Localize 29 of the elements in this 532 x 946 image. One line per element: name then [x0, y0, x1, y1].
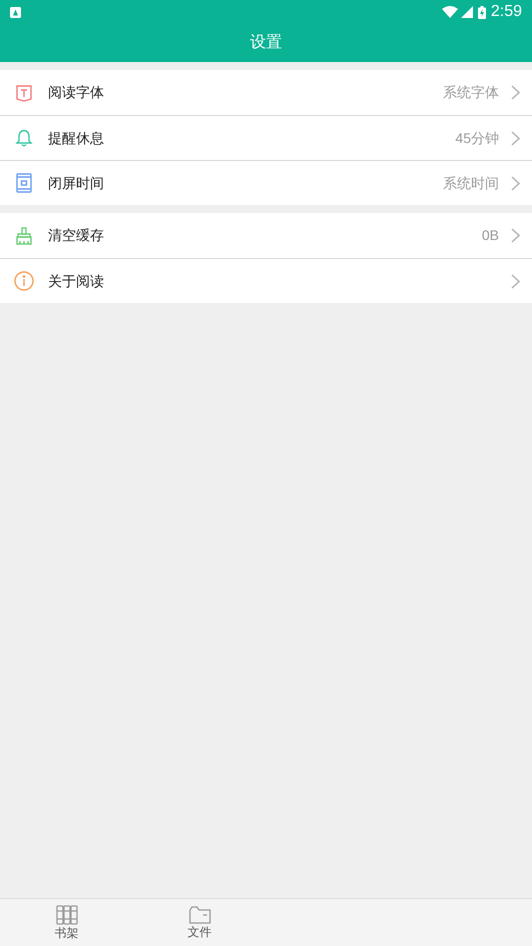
row-label: 提醒休息: [48, 128, 104, 148]
books-icon: [56, 905, 78, 925]
app-notification-icon: [10, 6, 21, 18]
chevron-right-icon: [511, 228, 520, 243]
row-value: 系统时间: [443, 174, 499, 192]
chevron-right-icon: [511, 176, 520, 190]
phone-icon: [16, 173, 32, 193]
screen-title: 设置: [250, 33, 282, 53]
status-time: 2:59: [490, 2, 522, 22]
row-value: 0B: [482, 226, 499, 245]
chevron-right-icon: [511, 130, 520, 146]
info-icon: [14, 271, 34, 291]
battery-icon: [478, 6, 486, 18]
row-value: 系统字体: [443, 83, 499, 102]
broom-icon: [15, 226, 33, 244]
row-label: 清空缓存: [48, 226, 104, 245]
bell-icon: [15, 129, 33, 147]
tab-button[interactable]: 文件: [133, 899, 266, 946]
font-icon: [15, 84, 33, 102]
row-value: 45分钟: [455, 128, 499, 148]
wifi-icon: [442, 6, 458, 18]
signal-icon: [460, 6, 473, 18]
tab-button[interactable]: 书架: [0, 899, 133, 946]
folder-icon: [188, 906, 210, 924]
chevron-right-icon: [511, 274, 520, 288]
chevron-right-icon: [511, 85, 520, 100]
row-label: 闭屏时间: [48, 174, 104, 192]
row-label: 阅读字体: [48, 83, 104, 102]
row-label: 关于阅读: [48, 272, 104, 290]
